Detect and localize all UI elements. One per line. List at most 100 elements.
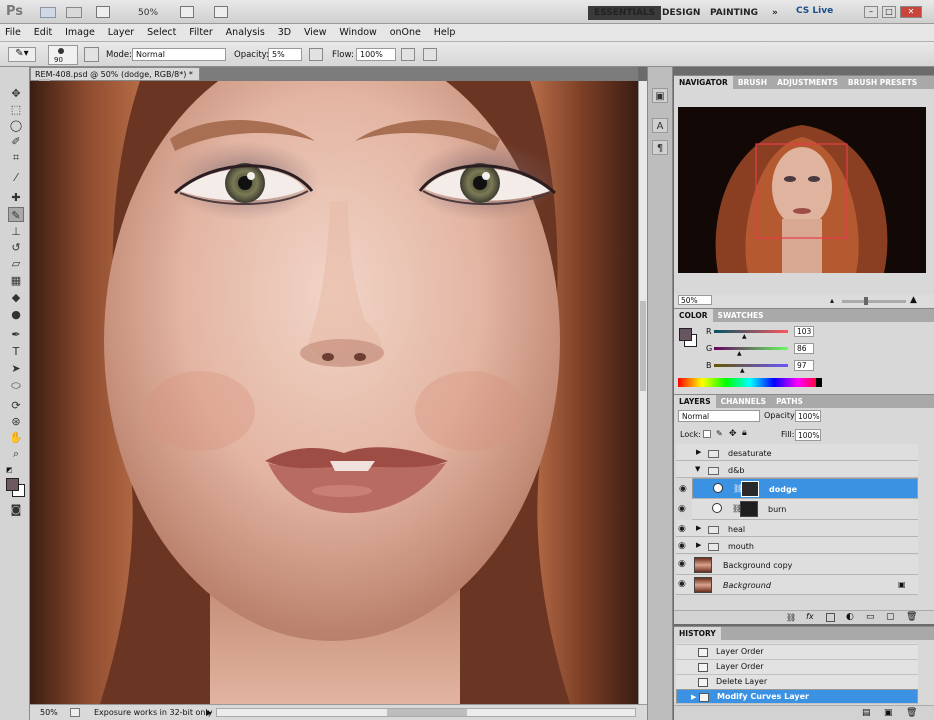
opacity-input[interactable]: 5% [268,48,302,61]
layer-row-burn[interactable]: ◉ ⛓︎ burn [678,499,918,520]
pressure-opacity-icon[interactable] [309,48,323,61]
default-colors-icon[interactable]: ◩ [6,466,15,475]
document-tab[interactable]: REM-408.psd @ 50% (dodge, RGB/8*) * × [30,67,200,88]
vertical-scroll-thumb[interactable] [640,301,646,391]
color-panel-foreground-swatch[interactable] [679,328,692,341]
status-menu-icon[interactable]: ▶ [206,708,212,717]
3d-orbit-tool-icon[interactable]: ⊛ [8,414,24,429]
brush-tool-icon[interactable]: ✎ [8,207,24,222]
visibility-eye-icon[interactable]: ◉ [679,484,687,494]
menu-image[interactable]: Image [60,24,100,38]
green-slider[interactable] [714,347,788,350]
shape-tool-icon[interactable]: ⬭ [8,378,24,393]
workspace-design-button[interactable]: DESIGN [656,6,706,20]
tab-channels[interactable]: CHANNELS [716,395,771,408]
history-brush-source-icon[interactable]: ▶ [691,693,696,701]
3d-rotate-tool-icon[interactable]: ⟳ [8,398,24,413]
new-adjustment-icon[interactable]: ◐ [846,612,854,622]
layer-opacity-input[interactable]: 100% [795,410,821,422]
path-selection-tool-icon[interactable]: ➤ [8,361,24,376]
red-slider-thumb[interactable]: ▲ [742,333,747,340]
visibility-eye-icon[interactable]: ◉ [678,560,688,569]
layer-mask-thumbnail[interactable] [741,481,759,497]
visibility-eye-icon[interactable]: ◉ [678,525,688,534]
layer-mask-thumbnail[interactable] [740,501,758,517]
document-canvas[interactable] [30,81,638,704]
mini-bridge-icon[interactable] [66,7,82,18]
new-document-from-state-icon[interactable]: ▤ [862,708,871,718]
tab-adjustments[interactable]: ADJUSTMENTS [772,76,843,89]
menu-select[interactable]: Select [142,24,181,38]
spectrum-black[interactable] [816,378,822,387]
hand-tool-icon[interactable]: ✋ [8,430,24,445]
expand-arrow-icon[interactable]: ▶ [696,448,701,456]
dodge-tool-icon[interactable]: ● [8,307,24,322]
healing-brush-tool-icon[interactable]: ✚ [8,190,24,205]
zoom-in-icon[interactable]: ▲ [910,295,917,305]
new-layer-icon[interactable]: ▢ [886,612,895,622]
tool-preset-picker[interactable]: ✎▾ [8,47,36,62]
history-row-current[interactable]: ▶ Modify Curves Layer [676,689,918,704]
visibility-toggle-icon[interactable] [678,466,688,475]
visibility-toggle-icon[interactable] [678,449,688,458]
blend-mode-select[interactable]: Normal [678,410,760,422]
menu-analysis[interactable]: Analysis [221,24,270,38]
maximize-icon[interactable]: □ [882,6,896,18]
history-brush-tool-icon[interactable]: ↺ [8,240,24,255]
horizontal-scrollbar[interactable] [216,708,636,717]
layer-row-heal[interactable]: ◉ ▶ heal [676,520,918,537]
menu-file[interactable]: File [0,24,26,38]
blue-value-input[interactable]: 97 [794,360,814,371]
layer-row-desaturate[interactable]: ▶ desaturate [676,444,918,461]
cs-live-button[interactable]: CS Live [796,6,833,16]
fill-input[interactable]: 100% [795,429,821,441]
delete-state-icon[interactable]: 🗑︎ [906,708,917,718]
history-row[interactable]: Layer Order [676,660,918,675]
workspace-essentials-button[interactable]: ESSENTIALS [588,6,662,20]
layer-row-background[interactable]: ◉ Background ▣ [676,575,918,595]
eraser-tool-icon[interactable]: ▱ [8,256,24,271]
expand-arrow-icon[interactable]: ▶ [696,541,701,549]
brush-preset-picker[interactable]: 90 [48,45,78,65]
lasso-tool-icon[interactable]: ◯ [8,118,24,133]
mini-bridge-panel-icon[interactable]: ▣ [652,88,668,103]
vertical-scrollbar[interactable] [638,81,647,704]
zoom-level-dropdown[interactable]: 50% [138,8,158,18]
layer-row-dodge[interactable]: ◉ ⛓︎ dodge [679,478,918,499]
type-tool-icon[interactable]: T [8,344,24,359]
blue-slider-thumb[interactable]: ▲ [740,367,745,374]
navigator-thumbnail[interactable] [678,107,926,273]
spectrum-ramp[interactable] [678,378,822,387]
tab-color[interactable]: COLOR [674,309,713,322]
tab-swatches[interactable]: SWATCHES [713,309,769,322]
collapse-arrow-icon[interactable]: ▼ [695,465,700,473]
mode-select[interactable]: Normal [132,48,226,61]
red-slider[interactable] [714,330,788,333]
menu-help[interactable]: Help [429,24,461,38]
flow-input[interactable]: 100% [356,48,396,61]
lock-position-icon[interactable]: ✥ [729,429,737,439]
character-panel-icon[interactable]: A [652,118,668,133]
eyedropper-tool-icon[interactable]: ⁄ [8,170,24,185]
gradient-tool-icon[interactable]: ▦ [8,273,24,288]
menu-layer[interactable]: Layer [103,24,140,38]
bridge-icon[interactable] [40,7,56,18]
red-value-input[interactable]: 103 [794,326,814,337]
blue-slider[interactable] [714,364,788,367]
navigator-zoom-slider[interactable] [842,300,906,303]
link-layers-icon[interactable]: ⛓︎ [786,613,796,622]
history-row[interactable]: Delete Layer [676,675,918,690]
lock-transparency-icon[interactable] [703,430,711,438]
pressure-size-icon[interactable] [423,48,437,61]
navigator-zoom-thumb[interactable] [864,297,868,305]
visibility-eye-icon[interactable]: ◉ [678,504,686,514]
tab-brush-presets[interactable]: BRUSH PRESETS [843,76,922,89]
paragraph-panel-icon[interactable]: ¶ [652,140,668,155]
tab-brush[interactable]: BRUSH [733,76,772,89]
foreground-color-swatch[interactable] [6,478,19,491]
new-snapshot-icon[interactable]: ▣ [884,708,893,718]
layer-row-mouth[interactable]: ◉ ▶ mouth [676,537,918,554]
delete-layer-icon[interactable]: 🗑︎ [906,612,917,622]
layer-row-background-copy[interactable]: ◉ Background copy [676,555,918,575]
new-group-icon[interactable]: ▭ [866,612,875,622]
